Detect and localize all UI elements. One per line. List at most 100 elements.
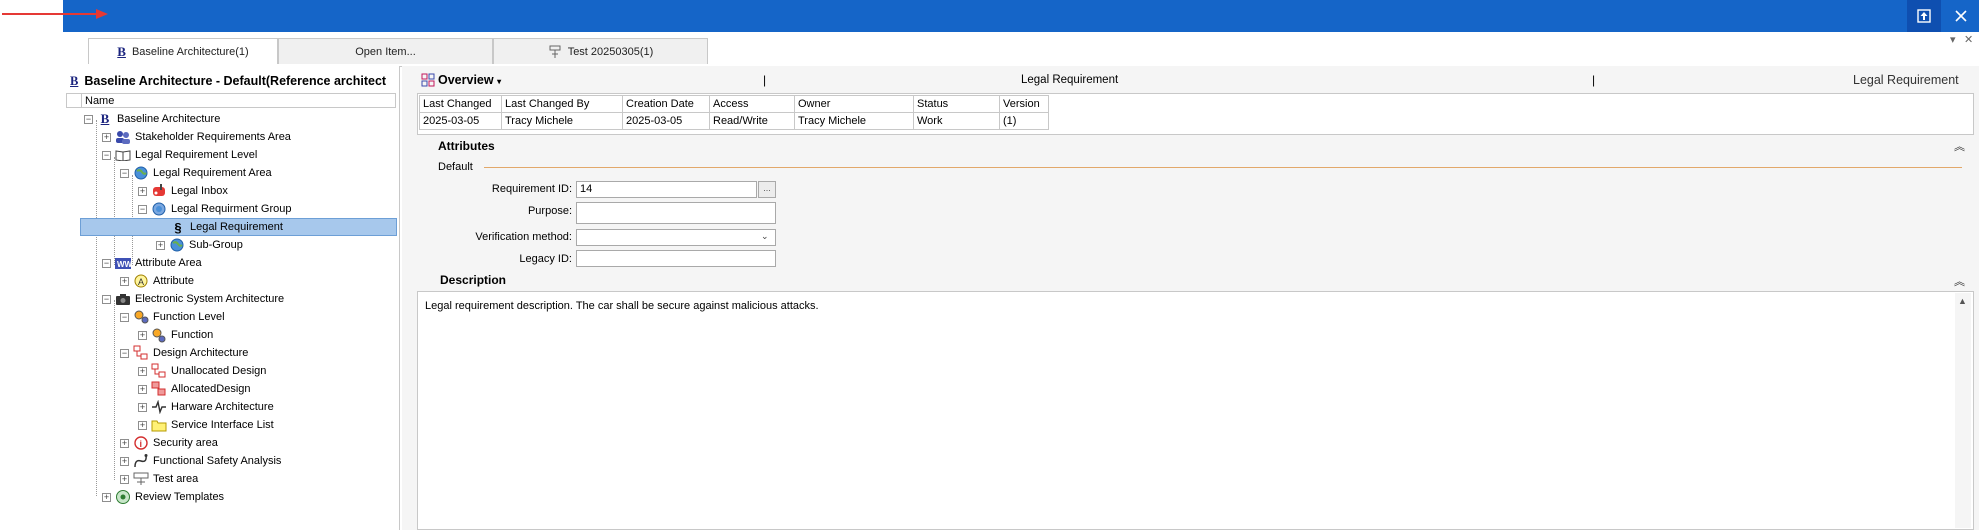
tree-item[interactable]: + Functional Safety Analysis <box>120 452 281 470</box>
expand-node-icon[interactable]: + <box>138 366 147 376</box>
tree-item[interactable]: + AllocatedDesign <box>138 380 251 398</box>
collapse-description-icon[interactable]: ︽ <box>1954 273 1965 289</box>
collapse-attributes-icon[interactable]: ︽ <box>1954 138 1965 154</box>
tree-item[interactable]: + Unallocated Design <box>138 362 266 380</box>
meta-value-cell: 2025-03-05 <box>419 112 502 130</box>
requirement-id-browse-button[interactable]: ... <box>758 181 776 198</box>
overview-dropdown[interactable]: Overview ▾ <box>438 73 501 87</box>
tab-label: Open Item... <box>355 45 416 58</box>
globe-icon <box>133 165 149 181</box>
tab-list-dropdown-icon[interactable]: ▾ <box>1950 33 1956 46</box>
svg-text:A: A <box>138 277 144 287</box>
collapse-node-icon[interactable]: − <box>138 204 147 214</box>
tree-item[interactable]: + Sub-Group <box>156 236 243 254</box>
close-window-button[interactable] <box>1944 0 1978 32</box>
tree-item-label: Harware Architecture <box>171 401 274 413</box>
verification-method-select[interactable] <box>576 229 776 246</box>
overview-header: Overview ▾ | Legal Requirement | Legal R… <box>418 71 1974 91</box>
meta-header-cell: Version <box>999 95 1049 113</box>
tree-item[interactable]: + Function <box>138 326 213 344</box>
expand-node-icon[interactable]: + <box>156 240 165 250</box>
tree-item[interactable]: − Legal Requirement Level <box>102 146 257 164</box>
tree-column-header[interactable]: Name <box>66 93 396 108</box>
restore-button[interactable] <box>1907 0 1941 32</box>
expand-node-icon[interactable]: + <box>138 186 147 196</box>
collapse-node-icon[interactable]: − <box>102 294 111 304</box>
meta-value-cell: Tracy Michele <box>501 112 623 130</box>
expand-node-icon[interactable]: + <box>138 402 147 412</box>
tree-item[interactable]: + Harware Architecture <box>138 398 274 416</box>
meta-header-cell: Status <box>913 95 1000 113</box>
legacy-id-label: Legacy ID: <box>519 253 572 265</box>
paragraph-icon: § <box>174 219 182 235</box>
tree-item[interactable]: − Legal Requirment Group <box>138 200 291 218</box>
element-name-title: Legal Requirement <box>1853 73 1959 87</box>
meta-header-cell: Last Changed <box>419 95 502 113</box>
expand-node-icon[interactable]: + <box>120 438 129 448</box>
globe-icon <box>169 237 185 253</box>
tab-test[interactable]: Test 20250305(1) <box>493 38 708 64</box>
tree-item[interactable]: § Legal Requirement <box>80 218 397 236</box>
tab-open-item[interactable]: Open Item... <box>278 38 493 64</box>
expand-node-icon[interactable]: + <box>102 132 111 142</box>
tree-item[interactable]: + Legal Inbox <box>138 182 228 200</box>
expand-node-icon[interactable]: + <box>120 456 129 466</box>
tree-item[interactable]: − Legal Requirement Area <box>120 164 272 182</box>
tree-item-label: Legal Requirement Level <box>135 149 258 161</box>
design-red-icon <box>151 381 167 397</box>
tree-item[interactable]: − Design Architecture <box>120 344 248 362</box>
expand-node-icon[interactable]: + <box>138 420 147 430</box>
book-icon <box>115 147 131 163</box>
collapse-node-icon[interactable]: − <box>120 168 129 178</box>
purpose-field[interactable] <box>576 202 776 224</box>
expand-node-icon[interactable]: + <box>120 276 129 286</box>
expand-node-icon[interactable]: + <box>102 492 111 502</box>
tree-item-label: AllocatedDesign <box>171 383 251 395</box>
tree-item-label: Service Interface List <box>171 419 274 431</box>
tree-item[interactable]: − Function Level <box>120 308 225 326</box>
tree-item[interactable]: + Service Interface List <box>138 416 274 434</box>
collapse-node-icon[interactable]: − <box>120 312 129 322</box>
tree-item-label: Functional Safety Analysis <box>153 455 282 467</box>
tree-item-label: Baseline Architecture <box>117 113 221 125</box>
requirement-id-field[interactable]: 14 <box>576 181 757 198</box>
meta-value-cell: 2025-03-05 <box>622 112 710 130</box>
tab-baseline-architecture[interactable]: B Baseline Architecture(1) <box>88 38 278 64</box>
verification-method-label: Verification method: <box>475 231 572 243</box>
baseline-b-icon: B <box>70 73 79 88</box>
chevron-down-icon[interactable]: ⌄ <box>761 231 769 242</box>
tree-item-label: Function Level <box>153 311 225 323</box>
tree-item[interactable]: + i Security area <box>120 434 218 452</box>
tree-item-label: Legal Requirement <box>190 221 283 233</box>
meta-value-cell: Work <box>913 112 1000 130</box>
tree-item-label: Stakeholder Requirements Area <box>135 131 291 143</box>
tree-item[interactable]: − WW Attribute Area <box>102 254 202 272</box>
collapse-node-icon[interactable]: − <box>120 348 129 358</box>
baseline-b-icon: B <box>100 111 110 126</box>
tab-close-icon[interactable]: ✕ <box>1964 33 1973 46</box>
tree-item[interactable]: − B Baseline Architecture <box>84 110 220 128</box>
expand-node-icon[interactable]: + <box>120 474 129 484</box>
description-editor[interactable] <box>417 291 1974 530</box>
tree-item[interactable]: + Test area <box>120 470 198 488</box>
tree-item-label: Legal Inbox <box>171 185 228 197</box>
description-scrollbar[interactable] <box>1955 293 1971 528</box>
baseline-b-icon: B <box>117 43 126 59</box>
collapse-node-icon[interactable]: − <box>102 258 111 268</box>
expand-node-icon[interactable]: + <box>138 384 147 394</box>
legacy-id-field[interactable] <box>576 250 776 267</box>
design-icon <box>151 363 167 379</box>
collapse-node-icon[interactable]: − <box>102 150 111 160</box>
scroll-up-icon[interactable]: ▲ <box>1958 296 1967 306</box>
function-gears-icon <box>133 309 149 325</box>
tree-item[interactable]: + A Attribute <box>120 272 194 290</box>
collapse-node-icon[interactable]: − <box>84 114 93 124</box>
meta-header-cell: Creation Date <box>622 95 710 113</box>
mailbox-icon <box>151 183 167 199</box>
tree-item[interactable]: + Review Templates <box>102 488 224 506</box>
globe-group-icon <box>151 201 167 217</box>
expand-node-icon[interactable]: + <box>138 330 147 340</box>
meta-value-row: 2025-03-05 Tracy Michele 2025-03-05 Read… <box>419 112 1049 130</box>
tree-item[interactable]: + Stakeholder Requirements Area <box>102 128 291 146</box>
tree-item[interactable]: − Electronic System Architecture <box>102 290 284 308</box>
